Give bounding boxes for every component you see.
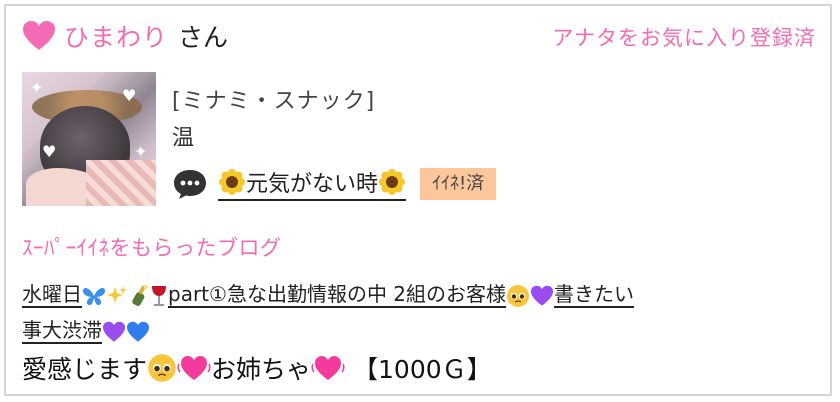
- blog-title-line-1: 水曜日 part①急な出勤情報の中 2組のお客様 書きたい: [22, 282, 635, 307]
- status-message-link[interactable]: 元気がない時: [218, 166, 407, 201]
- pleading-face-icon: [148, 354, 176, 382]
- sunflower-icon: [219, 169, 245, 195]
- pleading-face-icon: [507, 284, 530, 307]
- favorite-status[interactable]: アナタをお気に入り登録済: [552, 22, 816, 52]
- purple-heart-icon: [531, 285, 554, 306]
- sparkles-icon: [107, 285, 127, 303]
- sunflower-icon: [379, 169, 406, 195]
- header: ひまわり さん: [22, 18, 228, 54]
- status-row: 元気がない時 ｲｲﾈ!済: [172, 166, 497, 201]
- gift-amount: 【1000Ｇ】: [353, 355, 492, 384]
- name-suffix: さん: [178, 23, 229, 52]
- super-iine-message: 愛感じます お姉ちゃ 【1000Ｇ】: [22, 350, 492, 386]
- super-iine-blog-heading: ｽｰﾊﾟｰｲｲﾈをもらったブログ: [22, 236, 282, 260]
- status-text: 元気がない時: [246, 172, 379, 197]
- super-iine-card: ひまわり さん アナタをお気に入り登録済 ✦ ♥ ✦ ♥ [ミナミ・スナック] …: [4, 4, 832, 396]
- shop-name[interactable]: [ミナミ・スナック]: [172, 83, 375, 115]
- wine-glass-icon: [152, 285, 166, 306]
- beating-heart-icon: [311, 356, 345, 380]
- heart-icon: [23, 21, 55, 50]
- beating-heart-icon: [177, 356, 211, 380]
- iine-done-badge[interactable]: ｲｲﾈ!済: [420, 167, 497, 200]
- cast-name-link[interactable]: ひまわり: [64, 18, 168, 54]
- butterfly-icon: [83, 287, 105, 305]
- cast-type: 温: [172, 126, 195, 151]
- blog-title-line-2: 事大渋滞: [22, 312, 822, 348]
- chat-bubble-icon: [174, 169, 206, 199]
- blog-title-link[interactable]: 水曜日 part①急な出勤情報の中 2組のお客様 書きたい 事大渋滞: [22, 276, 822, 348]
- blue-heart-icon: [127, 321, 149, 342]
- cast-photo[interactable]: ✦ ♥ ✦ ♥: [22, 72, 156, 206]
- champagne-icon: [132, 284, 148, 306]
- purple-heart-icon: [103, 321, 125, 342]
